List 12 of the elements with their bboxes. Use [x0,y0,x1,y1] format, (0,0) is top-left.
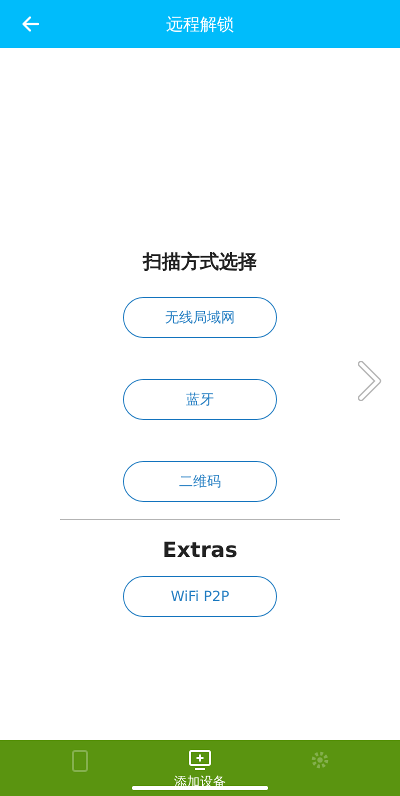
scan-option-button[interactable]: 二维码 [123,461,277,502]
page-title: 远程解锁 [166,14,234,36]
scan-option-button[interactable]: 无线局域网 [123,297,277,338]
tablet-icon[interactable] [70,749,90,773]
chevron-right-icon[interactable] [358,361,382,401]
add-device-icon[interactable] [188,749,212,771]
gear-icon[interactable] [309,749,331,771]
section-title: Extras [162,538,238,562]
section-title: 扫描方式选择 [143,250,257,275]
back-arrow-icon[interactable] [21,14,41,34]
extra-option-button[interactable]: WiFi P2P [123,576,277,617]
scan-option-button[interactable]: 蓝牙 [123,379,277,420]
